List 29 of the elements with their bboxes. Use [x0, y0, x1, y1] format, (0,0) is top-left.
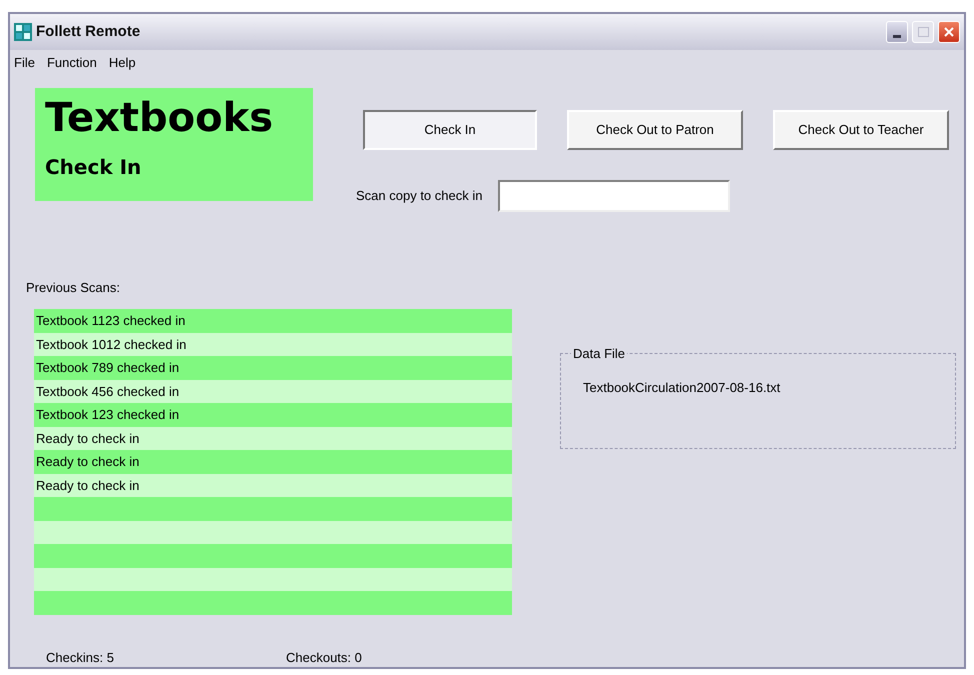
- scan-row[interactable]: Textbook 123 checked in: [34, 403, 512, 426]
- scan-row[interactable]: Textbook 456 checked in: [34, 380, 512, 403]
- scan-row[interactable]: Ready to check in: [34, 474, 512, 497]
- scan-row[interactable]: Textbook 1123 checked in: [34, 309, 512, 332]
- scan-row[interactable]: Textbook 1012 checked in: [34, 332, 512, 356]
- previous-scans-label: Previous Scans:: [26, 278, 121, 296]
- scan-row[interactable]: Textbook 789 checked in: [34, 356, 512, 380]
- scan-label: Scan copy to check in: [356, 186, 482, 205]
- close-button[interactable]: [938, 20, 960, 43]
- header-title: Textbooks: [45, 94, 274, 142]
- status-count: Checkouts: 0: [286, 648, 362, 666]
- mode-button[interactable]: Check Out to Patron: [567, 110, 743, 150]
- menu-item[interactable]: File: [14, 52, 35, 72]
- minimize-button[interactable]: [886, 20, 908, 43]
- minimize-icon: [893, 34, 901, 38]
- close-icon: [944, 26, 954, 37]
- scan-row[interactable]: Ready to check in: [34, 426, 512, 450]
- status-count: Checkins: 5: [46, 648, 115, 666]
- app-icon: [14, 22, 32, 41]
- menu-item[interactable]: Function: [46, 52, 97, 72]
- scan-row[interactable]: Ready to check in: [34, 450, 512, 474]
- mode-button[interactable]: Check In: [363, 110, 537, 150]
- scan-input-field[interactable]: [498, 180, 730, 212]
- data-file-name: TextbookCirculation2007-08-16.txt: [583, 379, 780, 397]
- header-subtitle: Check In: [45, 154, 142, 180]
- maximize-icon: [918, 26, 928, 37]
- mode-button[interactable]: Check Out to Teacher: [773, 110, 949, 150]
- menu-item[interactable]: Help: [108, 52, 136, 72]
- window-title: Follett Remote: [36, 22, 140, 42]
